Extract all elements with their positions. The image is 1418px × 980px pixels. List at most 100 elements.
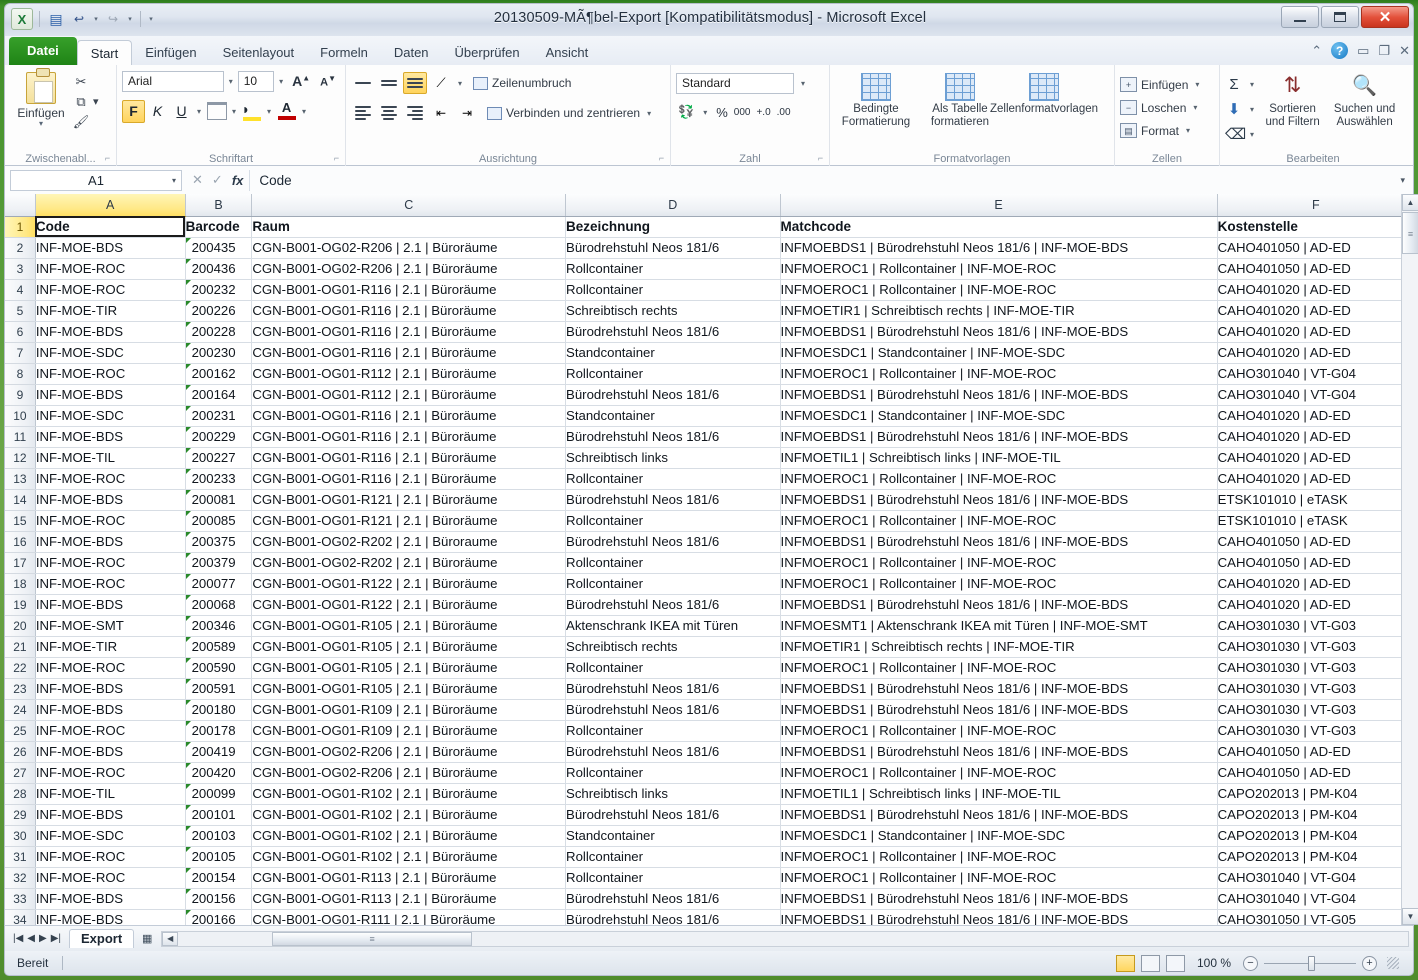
wrap-text-button[interactable]: Zeilenumbruch: [467, 76, 571, 90]
cell-E9[interactable]: INFMOEBDS1 | Bürodrehstuhl Neos 181/6 | …: [780, 384, 1217, 405]
cell-C8[interactable]: CGN-B001-OG01-R112 | 2.1 | Büroräume: [252, 363, 566, 384]
collapse-ribbon-icon[interactable]: ⌃: [1311, 43, 1322, 59]
cell-B16[interactable]: 200375: [185, 531, 252, 552]
row-header-32[interactable]: 32: [5, 867, 35, 888]
row-header-26[interactable]: 26: [5, 741, 35, 762]
column-header-c[interactable]: C: [252, 194, 566, 216]
cell-D27[interactable]: Rollcontainer: [566, 762, 781, 783]
align-left-button[interactable]: [351, 102, 375, 124]
format-cells-button[interactable]: ▤ Format ▾: [1120, 120, 1214, 141]
cell-D31[interactable]: Rollcontainer: [566, 846, 781, 867]
row-header-7[interactable]: 7: [5, 342, 35, 363]
zoom-out-button[interactable]: −: [1243, 956, 1258, 971]
restore-workbook-icon[interactable]: ❐: [1378, 43, 1390, 59]
cell-styles-button[interactable]: Zellenformatvorlagen: [1003, 68, 1085, 129]
align-bottom-button[interactable]: [403, 72, 427, 94]
cell-F28[interactable]: CAPO202013 | PM-K04: [1217, 783, 1414, 804]
underline-dropdown-icon[interactable]: ▾: [194, 107, 204, 116]
select-all-corner[interactable]: [5, 194, 35, 216]
column-header-f[interactable]: F: [1217, 194, 1414, 216]
cell-B29[interactable]: 200101: [185, 804, 252, 825]
cell-C34[interactable]: CGN-B001-OG01-R111 | 2.1 | Büroräume: [252, 909, 566, 925]
cell-F6[interactable]: CAHO401020 | AD-ED: [1217, 321, 1414, 342]
row-header-20[interactable]: 20: [5, 615, 35, 636]
page-layout-view-button[interactable]: [1141, 955, 1160, 972]
cell-A12[interactable]: INF-MOE-TIL: [35, 447, 185, 468]
cell-C4[interactable]: CGN-B001-OG01-R116 | 2.1 | Büroräume: [252, 279, 566, 300]
cell-C15[interactable]: CGN-B001-OG01-R121 | 2.1 | Büroräume: [252, 510, 566, 531]
insert-function-icon[interactable]: fx: [232, 173, 244, 188]
row-header-29[interactable]: 29: [5, 804, 35, 825]
cell-A4[interactable]: INF-MOE-ROC: [35, 279, 185, 300]
formula-input[interactable]: Code: [249, 170, 1394, 191]
cell-B33[interactable]: 200156: [185, 888, 252, 909]
tab-ueberpruefen[interactable]: Überprüfen: [442, 40, 533, 65]
cell-E2[interactable]: INFMOEBDS1 | Bürodrehstuhl Neos 181/6 | …: [780, 237, 1217, 258]
cell-E8[interactable]: INFMOEROC1 | Rollcontainer | INF-MOE-ROC: [780, 363, 1217, 384]
row-header-27[interactable]: 27: [5, 762, 35, 783]
cell-D3[interactable]: Rollcontainer: [566, 258, 781, 279]
row-header-25[interactable]: 25: [5, 720, 35, 741]
cell-E15[interactable]: INFMOEROC1 | Rollcontainer | INF-MOE-ROC: [780, 510, 1217, 531]
cell-A15[interactable]: INF-MOE-ROC: [35, 510, 185, 531]
cell-D30[interactable]: Standcontainer: [566, 825, 781, 846]
cell-D29[interactable]: Bürodrehstuhl Neos 181/6: [566, 804, 781, 825]
cell-F23[interactable]: CAHO301030 | VT-G03: [1217, 678, 1414, 699]
cell-C31[interactable]: CGN-B001-OG01-R102 | 2.1 | Büroräume: [252, 846, 566, 867]
insert-cells-button[interactable]: + Einfügen ▾: [1120, 74, 1214, 95]
cell-C13[interactable]: CGN-B001-OG01-R116 | 2.1 | Büroräume: [252, 468, 566, 489]
align-center-button[interactable]: [377, 102, 401, 124]
close-button[interactable]: ✕: [1361, 6, 1409, 28]
row-header-28[interactable]: 28: [5, 783, 35, 804]
tab-datei[interactable]: Datei: [9, 37, 77, 65]
cell-E26[interactable]: INFMOEBDS1 | Bürodrehstuhl Neos 181/6 | …: [780, 741, 1217, 762]
cell-F13[interactable]: CAHO401020 | AD-ED: [1217, 468, 1414, 489]
cell-B34[interactable]: 200166: [185, 909, 252, 925]
column-header-a[interactable]: A: [35, 194, 185, 216]
cell-D18[interactable]: Rollcontainer: [566, 573, 781, 594]
page-break-view-button[interactable]: [1166, 955, 1185, 972]
cell-D32[interactable]: Rollcontainer: [566, 867, 781, 888]
fill-color-dropdown-icon[interactable]: ▾: [264, 107, 274, 116]
percent-format-button[interactable]: %: [716, 105, 728, 120]
italic-button[interactable]: K: [146, 100, 169, 123]
cell-B24[interactable]: 200180: [185, 699, 252, 720]
cell-C18[interactable]: CGN-B001-OG01-R122 | 2.1 | Büroräume: [252, 573, 566, 594]
cell-a1[interactable]: Code: [35, 216, 185, 237]
row-header-24[interactable]: 24: [5, 699, 35, 720]
cell-D20[interactable]: Aktenschrank IKEA mit Türen: [566, 615, 781, 636]
cell-B12[interactable]: 200227: [185, 447, 252, 468]
format-dropdown-icon[interactable]: ▾: [1183, 126, 1193, 135]
cell-A13[interactable]: INF-MOE-ROC: [35, 468, 185, 489]
cell-E19[interactable]: INFMOEBDS1 | Bürodrehstuhl Neos 181/6 | …: [780, 594, 1217, 615]
cell-A14[interactable]: INF-MOE-BDS: [35, 489, 185, 510]
cell-F33[interactable]: CAHO301040 | VT-G04: [1217, 888, 1414, 909]
cell-C12[interactable]: CGN-B001-OG01-R116 | 2.1 | Büroräume: [252, 447, 566, 468]
cell-B21[interactable]: 200589: [185, 636, 252, 657]
name-box-dropdown-icon[interactable]: ▾: [172, 176, 176, 185]
cell-C26[interactable]: CGN-B001-OG02-R206 | 2.1 | Büroräume: [252, 741, 566, 762]
cell-A27[interactable]: INF-MOE-ROC: [35, 762, 185, 783]
cell-B27[interactable]: 200420: [185, 762, 252, 783]
cell-F21[interactable]: CAHO301030 | VT-G03: [1217, 636, 1414, 657]
cell-C7[interactable]: CGN-B001-OG01-R116 | 2.1 | Büroräume: [252, 342, 566, 363]
cell-F32[interactable]: CAHO301040 | VT-G04: [1217, 867, 1414, 888]
cell-F22[interactable]: CAHO301030 | VT-G03: [1217, 657, 1414, 678]
cell-E21[interactable]: INFMOETIR1 | Schreibtisch rechts | INF-M…: [780, 636, 1217, 657]
row-header-6[interactable]: 6: [5, 321, 35, 342]
accept-formula-icon[interactable]: ✓: [212, 172, 223, 188]
prev-sheet-icon[interactable]: ◀: [27, 933, 35, 944]
row-header-12[interactable]: 12: [5, 447, 35, 468]
cell-B5[interactable]: 200226: [185, 300, 252, 321]
cell-A24[interactable]: INF-MOE-BDS: [35, 699, 185, 720]
cell-D5[interactable]: Schreibtisch rechts: [566, 300, 781, 321]
tab-daten[interactable]: Daten: [381, 40, 442, 65]
cell-B22[interactable]: 200590: [185, 657, 252, 678]
number-format-dropdown-icon[interactable]: ▾: [798, 79, 808, 88]
cell-A33[interactable]: INF-MOE-BDS: [35, 888, 185, 909]
cell-E5[interactable]: INFMOETIR1 | Schreibtisch rechts | INF-M…: [780, 300, 1217, 321]
cell-C17[interactable]: CGN-B001-OG02-R202 | 2.1 | Büroräume: [252, 552, 566, 573]
cell-F8[interactable]: CAHO301040 | VT-G04: [1217, 363, 1414, 384]
cell-F29[interactable]: CAPO202013 | PM-K04: [1217, 804, 1414, 825]
cell-C28[interactable]: CGN-B001-OG01-R102 | 2.1 | Büroräume: [252, 783, 566, 804]
